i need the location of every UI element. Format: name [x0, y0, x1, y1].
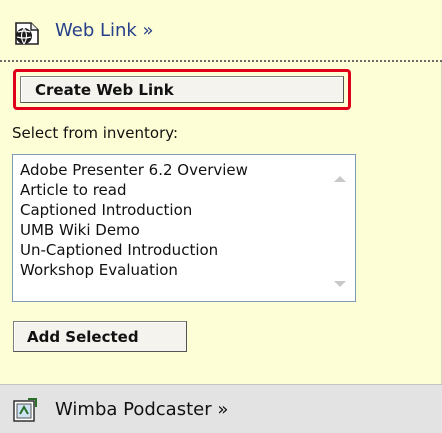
inventory-label: Select from inventory: — [12, 124, 179, 142]
inventory-item[interactable]: Captioned Introduction — [20, 200, 325, 220]
create-web-link-highlight: Create Web Link — [13, 69, 351, 110]
web-link-title[interactable]: Web Link » — [55, 20, 154, 41]
create-web-link-button[interactable]: Create Web Link — [20, 76, 344, 103]
add-selected-button[interactable]: Add Selected — [13, 321, 187, 352]
listbox-scrollbar[interactable] — [325, 155, 355, 301]
inventory-item[interactable]: Un-Captioned Introduction — [20, 240, 325, 260]
web-link-header[interactable]: Web Link » — [0, 0, 442, 60]
inventory-item[interactable]: Adobe Presenter 6.2 Overview — [20, 160, 325, 180]
section-divider — [0, 60, 442, 62]
inventory-item[interactable]: Workshop Evaluation — [20, 260, 325, 280]
wimba-podcaster-header[interactable]: Wimba Podcaster » — [0, 384, 442, 433]
inventory-list: Adobe Presenter 6.2 Overview Article to r… — [13, 155, 325, 280]
inventory-item[interactable]: UMB Wiki Demo — [20, 220, 325, 240]
inventory-listbox[interactable]: Adobe Presenter 6.2 Overview Article to r… — [12, 154, 356, 302]
scroll-down-arrow-icon[interactable] — [334, 281, 346, 287]
wimba-podcaster-title[interactable]: Wimba Podcaster » — [55, 399, 228, 420]
podcaster-icon — [12, 397, 38, 423]
inventory-item[interactable]: Article to read — [20, 180, 325, 200]
globe-link-icon — [12, 17, 42, 47]
web-link-panel: Web Link » Create Web Link Select from i… — [0, 0, 442, 433]
scroll-up-arrow-icon[interactable] — [334, 176, 346, 182]
